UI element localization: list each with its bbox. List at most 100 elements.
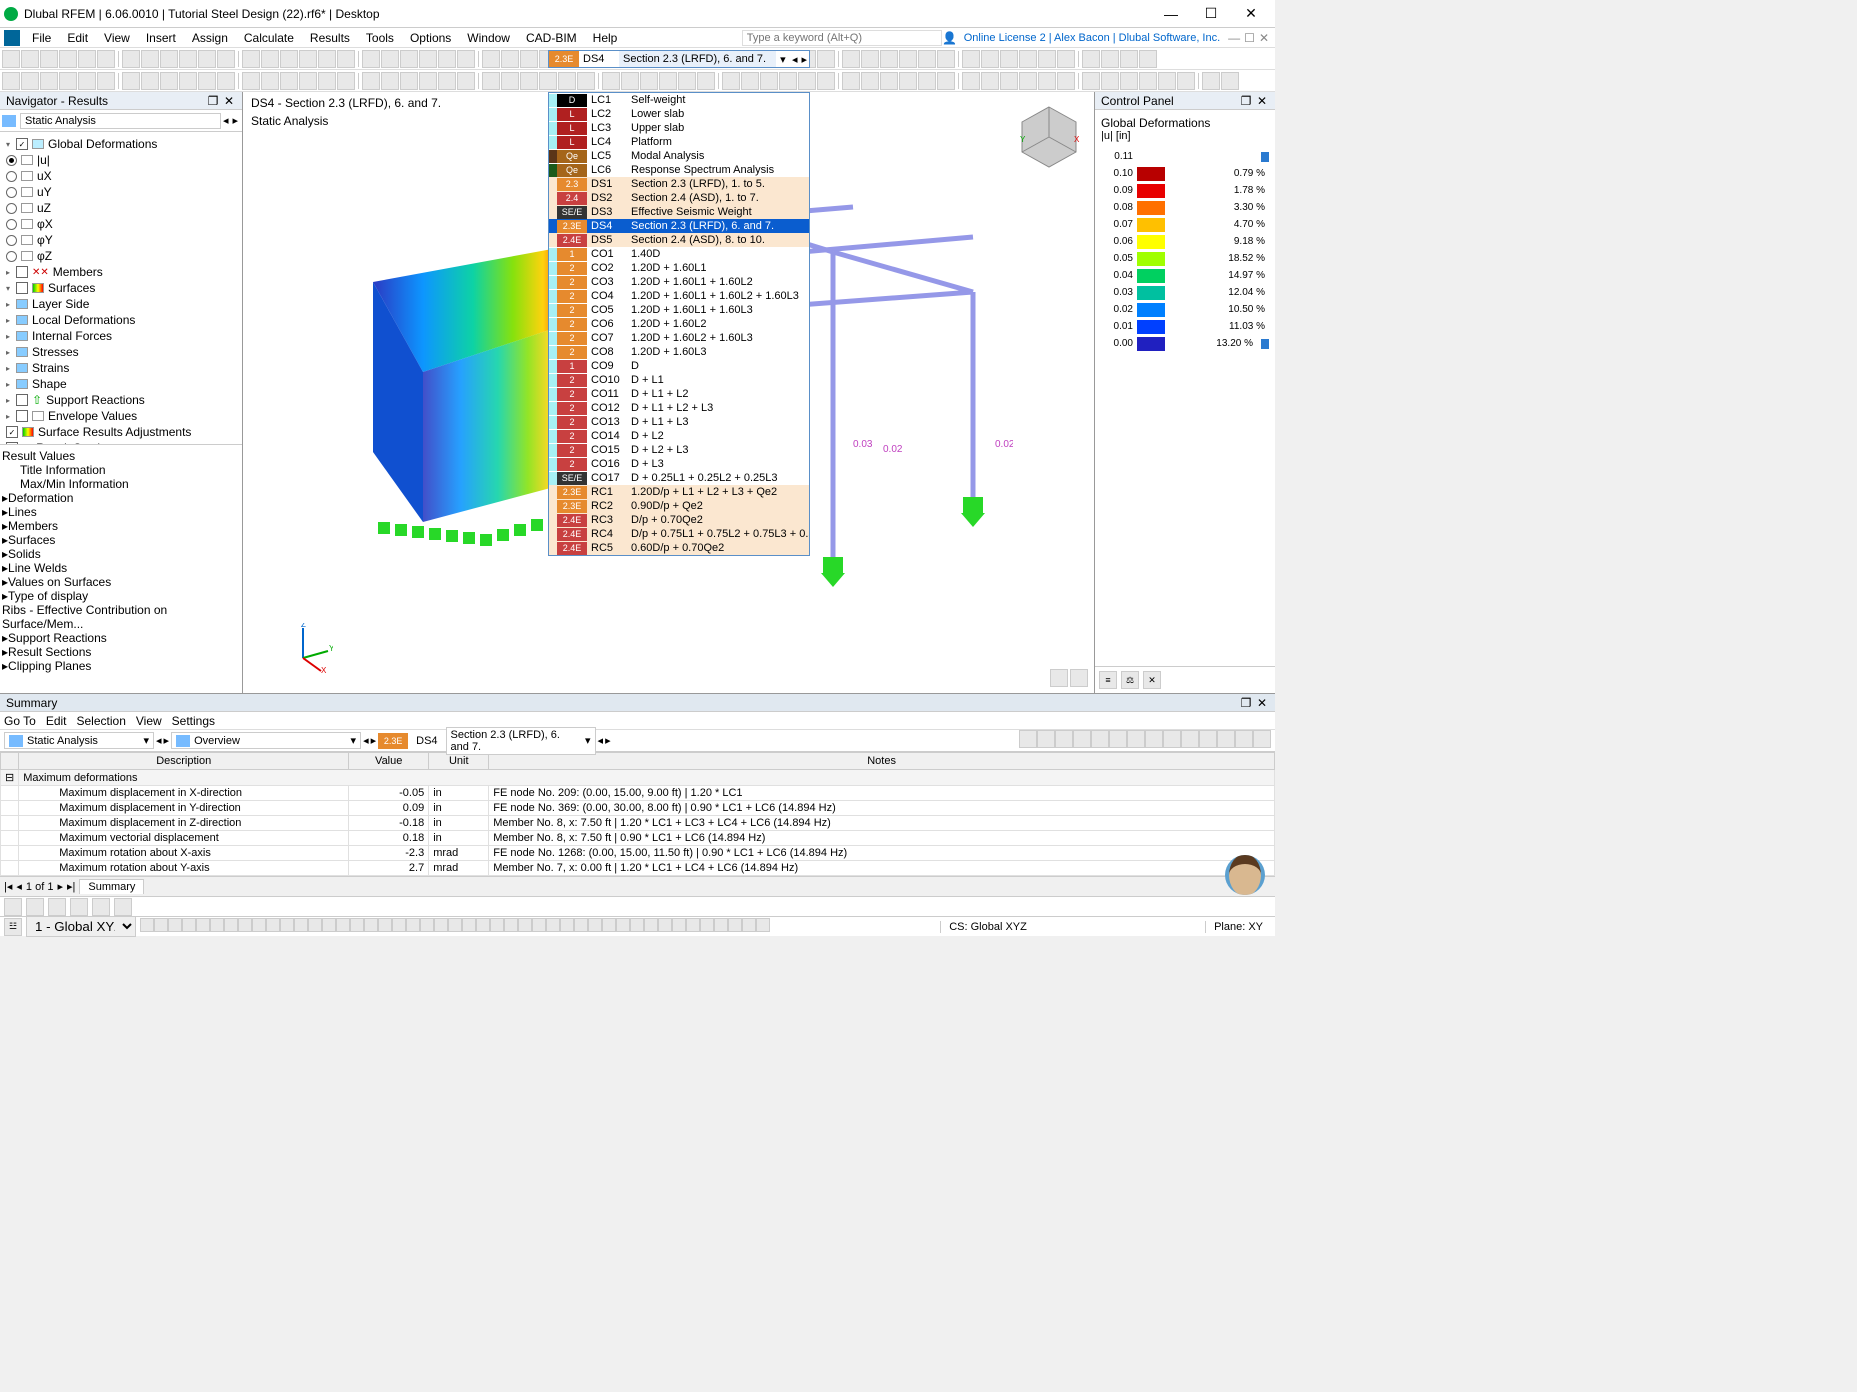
node-members[interactable]: Members <box>53 265 103 279</box>
keyword-input[interactable] <box>742 30 942 46</box>
status-button[interactable] <box>476 918 490 932</box>
loadcase-combo[interactable]: 2.3E DS4 Section 2.3 (LRFD), 6. and 7. ▾… <box>548 50 810 68</box>
toolbar-button[interactable] <box>779 72 797 90</box>
last-icon[interactable]: ▸| <box>67 880 75 893</box>
toolbar-button[interactable] <box>21 50 39 68</box>
toolbar-button[interactable] <box>242 72 260 90</box>
next-icon[interactable]: ▸ <box>799 53 809 66</box>
loadcase-item[interactable]: 2.4ERC4D/p + 0.75L1 + 0.75L2 + 0.75L3 + … <box>549 527 809 541</box>
toolbar-button[interactable] <box>880 72 898 90</box>
loadcase-item[interactable]: QeLC5Modal Analysis <box>549 149 809 163</box>
toolbar-button[interactable] <box>1202 72 1220 90</box>
menu-results[interactable]: Results <box>302 29 358 47</box>
rb-uz[interactable] <box>6 203 17 214</box>
loadcase-item[interactable]: 2CO81.20D + 1.60L3 <box>549 345 809 359</box>
close-icon[interactable]: ✕ <box>222 94 236 108</box>
toolbar-button[interactable] <box>842 50 860 68</box>
user-icon[interactable]: 👤 <box>942 31 958 45</box>
toolbar-button[interactable] <box>419 72 437 90</box>
toolbar-button[interactable] <box>400 72 418 90</box>
status-button[interactable] <box>490 918 504 932</box>
status-button[interactable] <box>322 918 336 932</box>
status-button[interactable] <box>294 918 308 932</box>
status-button[interactable] <box>672 918 686 932</box>
loadcase-item[interactable]: LLC2Lower slab <box>549 107 809 121</box>
toolbar-button[interactable] <box>280 50 298 68</box>
node-layer-side[interactable]: Layer Side <box>32 297 89 311</box>
toolbar-button[interactable] <box>678 72 696 90</box>
toolbar-button[interactable] <box>21 72 39 90</box>
summary-tool-button[interactable] <box>1091 730 1109 748</box>
summary-tool-button[interactable] <box>1109 730 1127 748</box>
view-btn-1[interactable] <box>1050 669 1068 687</box>
toolbar-button[interactable] <box>381 72 399 90</box>
summary-menu-edit[interactable]: Edit <box>46 714 67 728</box>
node-phix[interactable]: φX <box>37 217 53 231</box>
toolbar-button[interactable] <box>78 72 96 90</box>
toolbar-button[interactable] <box>179 50 197 68</box>
summary-tool-button[interactable] <box>1253 730 1271 748</box>
prev-icon[interactable]: ◂ <box>598 734 604 747</box>
loadcase-item[interactable]: LLC4Platform <box>549 135 809 149</box>
status-button[interactable] <box>266 918 280 932</box>
toolbar-button[interactable] <box>602 72 620 90</box>
toolbar-button[interactable] <box>937 50 955 68</box>
summary-menu-goto[interactable]: Go To <box>4 714 36 728</box>
iconbar-button[interactable] <box>114 898 132 916</box>
prev-icon[interactable]: ◂ <box>16 880 22 893</box>
status-button[interactable] <box>210 918 224 932</box>
toolbar-button[interactable] <box>482 72 500 90</box>
inner-maximize[interactable]: ☐ <box>1242 31 1257 45</box>
toolbar-button[interactable] <box>337 72 355 90</box>
toolbar-button[interactable] <box>122 72 140 90</box>
node-support-reactions[interactable]: Support Reactions <box>46 393 145 407</box>
cb-globaldef[interactable] <box>16 138 28 150</box>
cp-btn-2[interactable]: ⚖ <box>1121 671 1139 689</box>
node-envelope[interactable]: Envelope Values <box>48 409 137 423</box>
analysis-selector[interactable]: Static Analysis <box>20 113 221 129</box>
summary-analysis-combo[interactable]: Static Analysis▾ <box>4 732 154 749</box>
status-button[interactable] <box>700 918 714 932</box>
toolbar-button[interactable] <box>40 72 58 90</box>
toolbar-button[interactable] <box>160 50 178 68</box>
iconbar-button[interactable] <box>92 898 110 916</box>
table-row[interactable]: Maximum rotation about Y-axis2.7mradMemb… <box>1 861 1275 876</box>
toolbar-button[interactable] <box>419 50 437 68</box>
node-phiy[interactable]: φY <box>37 233 53 247</box>
toolbar-button[interactable] <box>1038 50 1056 68</box>
toolbar-button[interactable] <box>880 50 898 68</box>
toolbar-button[interactable] <box>179 72 197 90</box>
menu-calculate[interactable]: Calculate <box>236 29 302 47</box>
toolbar-button[interactable] <box>899 72 917 90</box>
cb-sra[interactable] <box>6 426 18 438</box>
loadcase-item[interactable]: 2CO16D + L3 <box>549 457 809 471</box>
loadcase-item[interactable]: 1CO11.40D <box>549 247 809 261</box>
lnode-title-info[interactable]: Title Information <box>20 463 106 477</box>
toolbar-button[interactable] <box>1000 72 1018 90</box>
toolbar-button[interactable] <box>299 50 317 68</box>
toolbar-button[interactable] <box>40 50 58 68</box>
status-button[interactable] <box>630 918 644 932</box>
rb-phiz[interactable] <box>6 251 17 262</box>
rb-ux[interactable] <box>6 171 17 182</box>
toolbar-button[interactable] <box>457 50 475 68</box>
next-icon[interactable]: ▸ <box>57 880 63 893</box>
summary-menu-settings[interactable]: Settings <box>172 714 215 728</box>
status-button[interactable] <box>140 918 154 932</box>
cp-btn-1[interactable]: ≡ <box>1099 671 1117 689</box>
minimize-button[interactable]: — <box>1151 6 1191 22</box>
status-button[interactable] <box>420 918 434 932</box>
loadcase-item[interactable]: DLC1Self-weight <box>549 93 809 107</box>
loadcase-item[interactable]: QeLC6Response Spectrum Analysis <box>549 163 809 177</box>
toolbar-button[interactable] <box>1139 50 1157 68</box>
toolbar-button[interactable] <box>981 50 999 68</box>
prev-icon[interactable]: ◂ <box>156 734 162 747</box>
node-uy[interactable]: uY <box>37 185 52 199</box>
loadcase-item[interactable]: SE/ECO17D + 0.25L1 + 0.25L2 + 0.25L3 <box>549 471 809 485</box>
toolbar-button[interactable] <box>362 72 380 90</box>
summary-tool-button[interactable] <box>1127 730 1145 748</box>
status-button[interactable] <box>182 918 196 932</box>
status-button[interactable] <box>616 918 630 932</box>
toolbar-button[interactable] <box>817 50 835 68</box>
lnode-support-reactions[interactable]: Support Reactions <box>8 631 107 645</box>
